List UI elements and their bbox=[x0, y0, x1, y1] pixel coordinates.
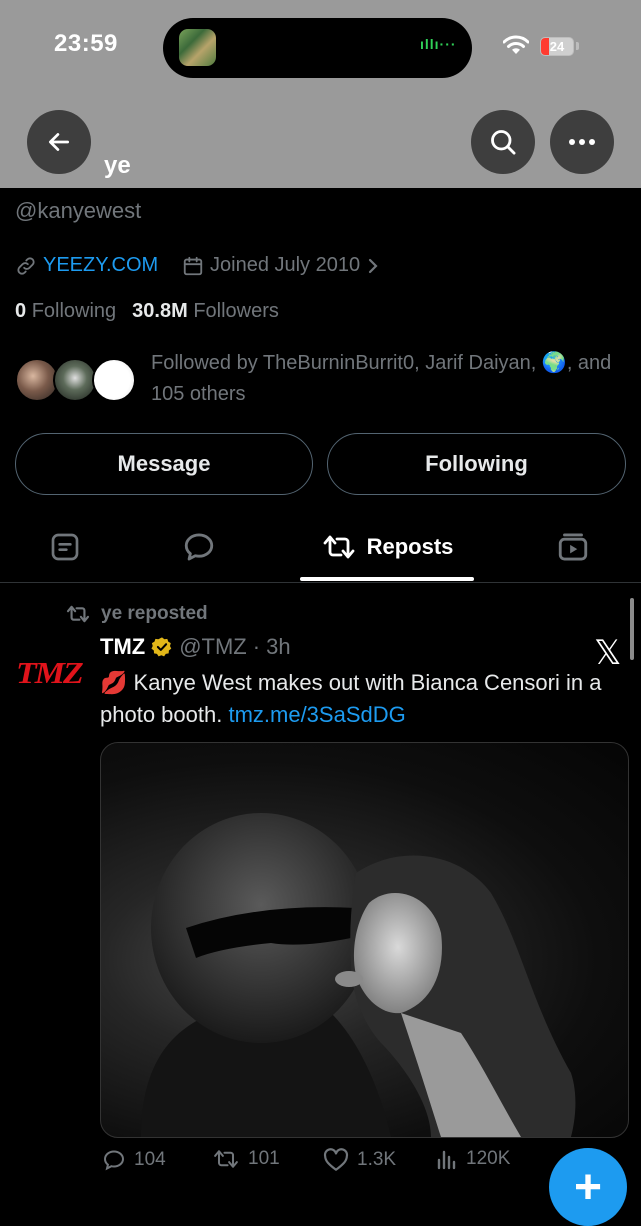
profile-handle: @kanyewest bbox=[15, 198, 142, 223]
followers-label: Followers bbox=[193, 300, 279, 322]
kiss-emoji: 💋 bbox=[100, 670, 128, 695]
following-stat[interactable]: 0 Following bbox=[15, 300, 116, 323]
follower-avatar[interactable] bbox=[92, 358, 136, 402]
verified-badge-icon bbox=[151, 637, 172, 657]
following-count: 0 bbox=[15, 300, 27, 322]
link-icon bbox=[17, 256, 35, 275]
post-text: 💋 Kanye West makes out with Bianca Censo… bbox=[100, 667, 620, 731]
joined-text: Joined July 2010 bbox=[210, 254, 361, 276]
tab-posts[interactable] bbox=[48, 530, 82, 564]
website-link[interactable]: YEEZY.COM bbox=[15, 254, 158, 277]
search-button[interactable] bbox=[471, 110, 535, 174]
search-icon bbox=[491, 130, 516, 155]
repost-count: 101 bbox=[248, 1148, 280, 1169]
replies-icon bbox=[184, 533, 214, 561]
tmz-avatar-logo[interactable]: TMZ bbox=[16, 657, 84, 691]
views-count: 120K bbox=[466, 1148, 511, 1169]
followers-stat[interactable]: 30.8M Followers bbox=[132, 300, 279, 323]
separator-dot: · bbox=[252, 634, 261, 659]
post-link[interactable]: tmz.me/3SaSdDG bbox=[228, 702, 405, 727]
status-time: 23:59 bbox=[54, 30, 118, 57]
scrollbar[interactable] bbox=[630, 598, 634, 660]
reply-button[interactable]: 104 bbox=[102, 1148, 166, 1172]
tab-reposts[interactable]: Reposts bbox=[300, 530, 474, 564]
compose-button[interactable]: + bbox=[549, 1148, 627, 1226]
repost-icon bbox=[214, 1150, 238, 1168]
follow-stats: 0 Following 30.8M Followers bbox=[15, 300, 279, 323]
repost-icon bbox=[323, 535, 354, 559]
follower-avatar[interactable] bbox=[53, 358, 97, 402]
reposted-text: ye reposted bbox=[101, 603, 208, 624]
repost-icon bbox=[66, 605, 90, 623]
author-handle[interactable]: @TMZ bbox=[179, 634, 247, 660]
repost-button[interactable]: 101 bbox=[212, 1148, 280, 1170]
tab-media[interactable] bbox=[556, 530, 590, 564]
more-icon bbox=[569, 139, 595, 145]
more-button[interactable] bbox=[550, 110, 614, 174]
website-text[interactable]: YEEZY.COM bbox=[43, 254, 158, 277]
media-icon bbox=[558, 533, 588, 561]
tab-replies[interactable] bbox=[182, 530, 216, 564]
divider bbox=[0, 582, 641, 583]
post-author-row[interactable]: TMZ @TMZ · 3h bbox=[100, 634, 291, 660]
posts-icon bbox=[51, 533, 79, 561]
back-button[interactable] bbox=[27, 110, 91, 174]
back-arrow-icon bbox=[48, 133, 70, 151]
like-count: 1.3K bbox=[357, 1149, 397, 1170]
like-button[interactable]: 1.3K bbox=[323, 1148, 396, 1172]
reply-icon bbox=[103, 1150, 125, 1171]
active-tab-indicator bbox=[300, 577, 474, 581]
views-icon bbox=[437, 1150, 456, 1170]
now-playing-artwork bbox=[179, 29, 216, 66]
header-title: ye bbox=[104, 152, 131, 179]
followers-count: 30.8M bbox=[132, 300, 188, 322]
heart-icon bbox=[323, 1148, 349, 1171]
author-name[interactable]: TMZ bbox=[100, 634, 145, 660]
following-button[interactable]: Following bbox=[327, 433, 626, 495]
chevron-right-icon bbox=[369, 258, 378, 273]
reply-count: 104 bbox=[134, 1149, 166, 1170]
battery-percent: 24 bbox=[549, 39, 565, 54]
battery-cap bbox=[576, 42, 579, 50]
post-photo[interactable] bbox=[100, 742, 629, 1138]
calendar-icon bbox=[183, 256, 203, 275]
following-label: Following bbox=[31, 300, 117, 322]
joined-date[interactable]: Joined July 2010 bbox=[182, 254, 380, 277]
battery-icon: 24 bbox=[540, 37, 574, 56]
message-button[interactable]: Message bbox=[15, 433, 313, 495]
audio-waveform-icon: ıllı··· bbox=[420, 36, 457, 52]
post-time[interactable]: 3h bbox=[266, 634, 290, 660]
wifi-icon bbox=[503, 35, 529, 54]
views-button[interactable]: 120K bbox=[436, 1148, 510, 1170]
reposted-label[interactable]: ye reposted bbox=[65, 603, 208, 625]
photo-illustration bbox=[141, 813, 576, 1137]
tab-reposts-label: Reposts bbox=[366, 534, 454, 559]
followed-by-text[interactable]: Followed by TheBurninBurrit0, Jarif Daiy… bbox=[151, 348, 621, 410]
